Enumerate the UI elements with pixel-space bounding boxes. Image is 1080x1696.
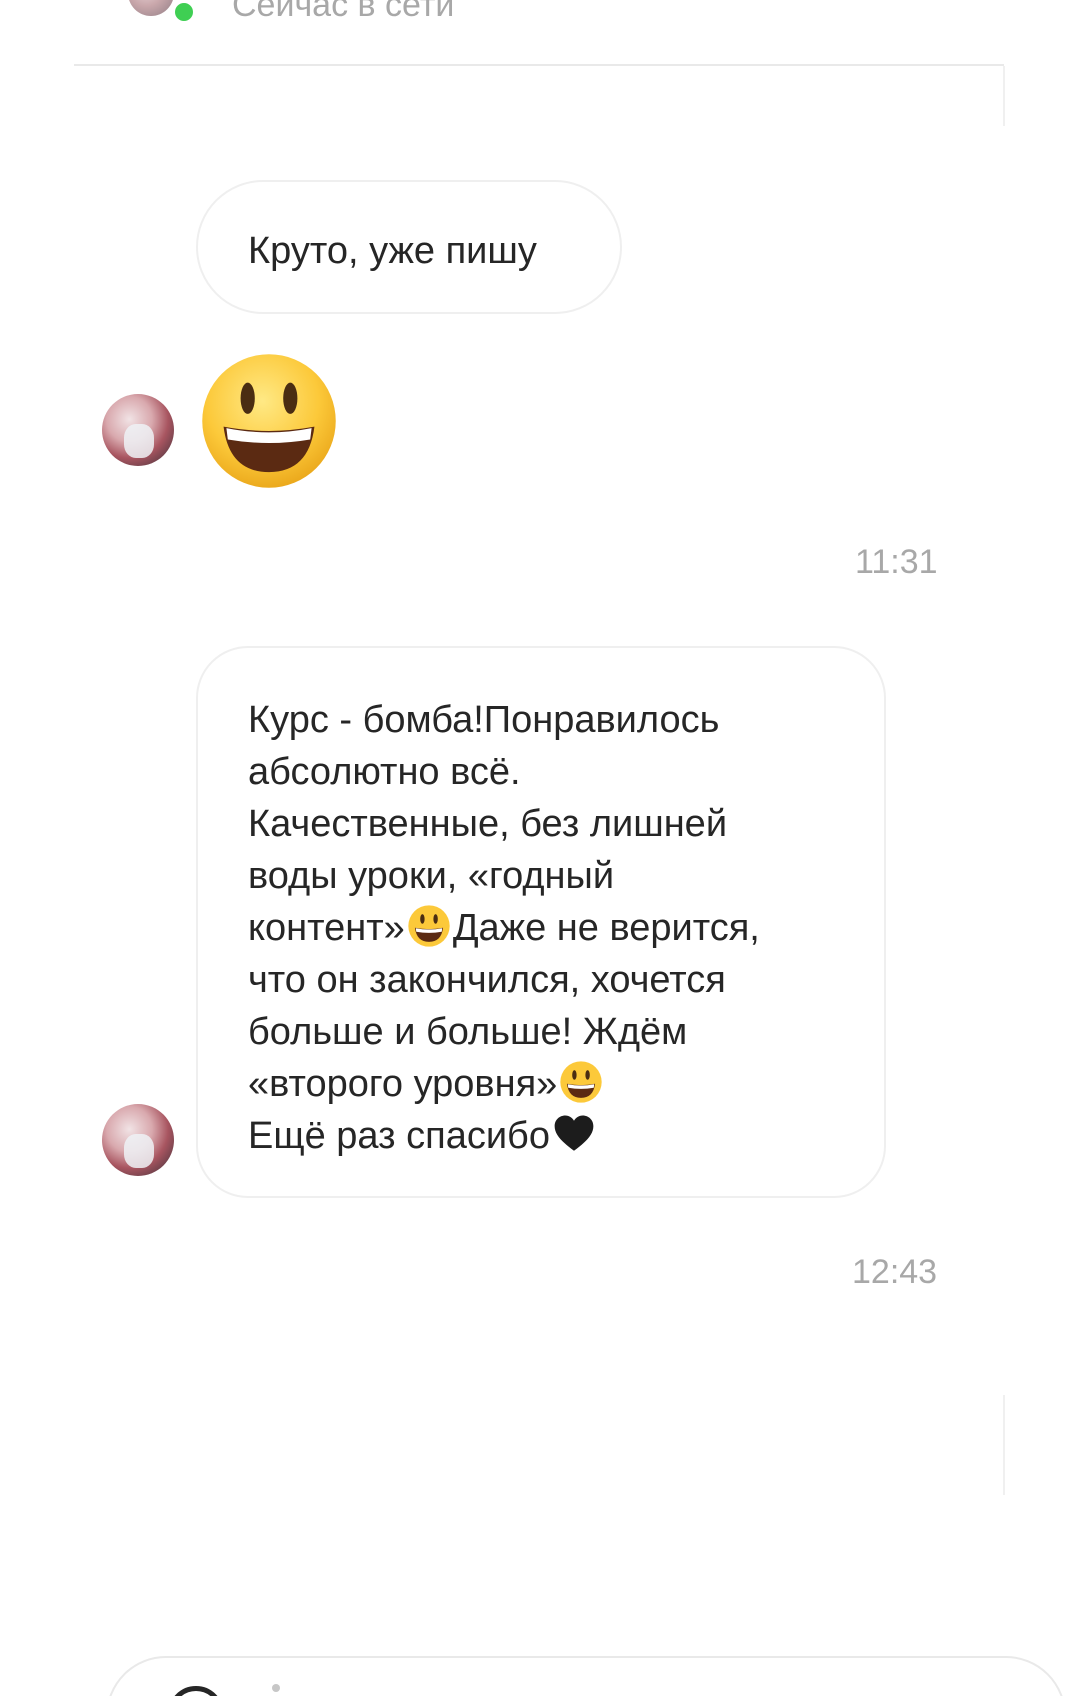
sender-avatar[interactable] bbox=[102, 394, 174, 466]
message-fragment: контент» bbox=[248, 907, 405, 949]
message-timestamp: 12:43 bbox=[852, 1253, 938, 1291]
message-line-with-emoji: контент» Даже не верится, bbox=[248, 902, 844, 954]
message-line: абсолютно всё. bbox=[248, 751, 521, 793]
online-status-dot bbox=[172, 0, 196, 24]
message-fragment: Ещё раз спасибо bbox=[248, 1115, 550, 1157]
message-bubble[interactable]: Круто, уже пишу bbox=[196, 180, 622, 314]
online-status-text: Сейчас в сети bbox=[232, 0, 455, 24]
chat-header: Сейчас в сети bbox=[0, 0, 1080, 66]
message-line-with-emoji: «второго уровня» bbox=[248, 1058, 844, 1110]
message-line: больше и больше! Ждём bbox=[248, 1011, 688, 1053]
grinning-face-emoji bbox=[560, 1061, 602, 1103]
message-line: Качественные, без лишней bbox=[248, 803, 728, 845]
black-heart-icon bbox=[554, 1115, 594, 1151]
message-fragment: «второго уровня» bbox=[248, 1063, 558, 1105]
message-input-field[interactable] bbox=[272, 1684, 280, 1692]
direct-message-thread: Сейчас в сети Круто, уже пишу 11:31 Курс… bbox=[0, 0, 1080, 1696]
message-fragment: Даже не верится, bbox=[452, 907, 760, 949]
message-line: что он закончился, хочется bbox=[248, 959, 726, 1001]
message-line: воды уроки, «годный bbox=[248, 855, 615, 897]
message-line-with-emoji: Ещё раз спасибо bbox=[248, 1110, 844, 1162]
message-input-bar[interactable] bbox=[106, 1656, 1066, 1696]
sender-avatar[interactable] bbox=[102, 1104, 174, 1176]
header-divider bbox=[74, 64, 1004, 66]
message-timestamp: 11:31 bbox=[855, 543, 938, 581]
message-line: Курс - бомба!Понравилось bbox=[248, 699, 720, 741]
grinning-face-emoji[interactable] bbox=[198, 350, 340, 492]
scrollbar-track-lower bbox=[1003, 1395, 1005, 1495]
grinning-face-emoji bbox=[408, 905, 450, 947]
message-bubble[interactable]: Курс - бомба!Понравилось абсолютно всё. … bbox=[196, 646, 886, 1198]
scrollbar-track bbox=[1003, 66, 1005, 126]
message-text: Круто, уже пишу bbox=[248, 230, 537, 272]
contact-avatar[interactable] bbox=[128, 0, 174, 16]
